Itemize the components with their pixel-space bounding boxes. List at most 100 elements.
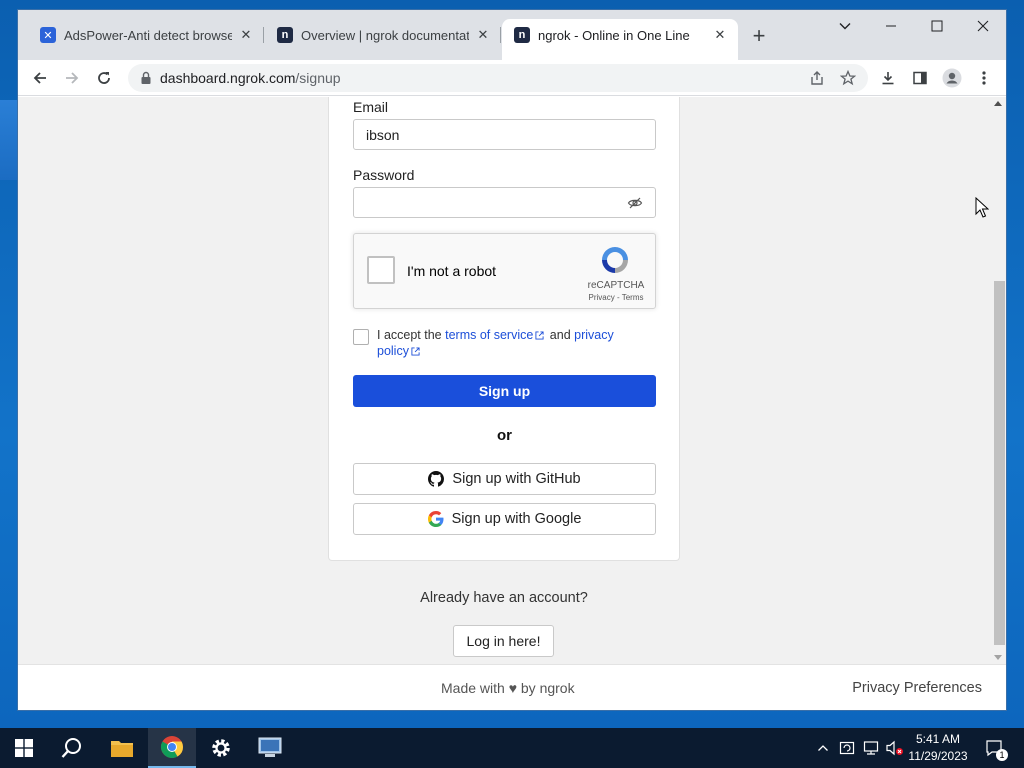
signup-card: Email ibson Password I'm not a robot reC… — [328, 97, 680, 561]
email-field[interactable]: ibson — [353, 119, 656, 150]
chevron-up-icon — [818, 745, 828, 751]
privacy-preferences-link[interactable]: Privacy Preferences — [852, 680, 982, 696]
sign-up-button[interactable]: Sign up — [353, 375, 656, 407]
password-field[interactable] — [353, 187, 656, 218]
email-label: Email — [353, 99, 389, 115]
recaptcha-widget: I'm not a robot reCAPTCHA Privacy - Term… — [353, 233, 656, 309]
back-button[interactable] — [26, 64, 54, 92]
avatar-icon — [942, 68, 962, 88]
search-icon — [61, 738, 81, 758]
windows-taskbar: 5:41 AM 11/29/2023 1 — [0, 728, 1024, 768]
file-explorer-button[interactable] — [98, 728, 146, 768]
app-taskbar-button[interactable] — [246, 728, 294, 768]
desktop-icon-fragment[interactable] — [0, 100, 18, 180]
profile-button[interactable] — [942, 68, 962, 88]
share-button[interactable] — [807, 68, 827, 88]
start-button[interactable] — [0, 728, 48, 768]
ngrok-favicon-icon: n — [514, 27, 530, 43]
tab-title: ngrok - Online in One Line — [538, 27, 690, 43]
reload-button[interactable] — [90, 64, 118, 92]
google-icon — [427, 511, 444, 527]
close-icon[interactable]: ✕ — [712, 27, 728, 43]
terms-prefix: I accept the — [377, 328, 446, 342]
adspower-favicon-icon: ✕ — [40, 27, 56, 43]
close-icon[interactable]: ✕ — [475, 27, 491, 43]
windows-logo-icon — [15, 739, 33, 757]
tab-ngrok-docs[interactable]: n Overview | ngrok documentatio ✕ — [265, 19, 501, 51]
github-button-label: Sign up with GitHub — [452, 471, 581, 487]
system-clock[interactable]: 5:41 AM 11/29/2023 — [900, 731, 976, 765]
side-panel-icon — [913, 71, 927, 85]
chrome-taskbar-button[interactable] — [148, 728, 196, 768]
password-label: Password — [353, 167, 415, 183]
notifications-button[interactable]: 1 — [980, 728, 1008, 768]
notification-count-badge: 1 — [996, 749, 1008, 761]
tab-adspower[interactable]: ✕ AdsPower-Anti detect browser f ✕ — [28, 19, 264, 51]
log-in-button[interactable]: Log in here! — [453, 625, 554, 657]
scroll-up-arrow-icon[interactable] — [994, 101, 1002, 106]
maximize-icon — [931, 20, 943, 32]
recaptcha-links[interactable]: Privacy - Terms — [582, 293, 650, 302]
gear-icon — [212, 739, 230, 757]
new-tab-button[interactable]: + — [746, 24, 772, 50]
address-bar[interactable]: dashboard.ngrok.com/signup — [128, 64, 868, 92]
terms-of-service-link[interactable]: terms of service — [445, 328, 533, 342]
arrow-right-icon — [66, 72, 79, 84]
close-icon — [977, 20, 989, 32]
tray-app-icon-button[interactable] — [836, 728, 858, 768]
recaptcha-brand: reCAPTCHA — [587, 280, 645, 291]
show-hidden-icons-button[interactable] — [812, 728, 834, 768]
tab-ngrok-signup[interactable]: n ngrok - Online in One Line ✕ — [502, 19, 738, 60]
settings-taskbar-button[interactable] — [197, 728, 245, 768]
menu-button[interactable] — [974, 68, 994, 88]
star-icon — [840, 70, 856, 86]
lock-icon — [141, 71, 151, 84]
clock-date: 11/29/2023 — [908, 749, 968, 763]
scrollbar-thumb[interactable] — [994, 281, 1005, 645]
folder-icon — [111, 741, 133, 757]
mouse-cursor-icon — [975, 197, 989, 218]
update-icon — [839, 741, 855, 755]
minimize-icon — [886, 25, 896, 27]
minimize-button[interactable] — [868, 10, 914, 42]
forward-button[interactable] — [58, 64, 86, 92]
reload-icon — [98, 72, 110, 84]
google-signup-button[interactable]: Sign up with Google — [353, 503, 656, 535]
download-icon — [882, 72, 894, 85]
search-button[interactable] — [48, 728, 96, 768]
computer-app-icon — [258, 737, 282, 757]
terms-middle: and — [546, 328, 575, 342]
close-window-button[interactable] — [960, 10, 1006, 42]
close-icon[interactable]: ✕ — [238, 27, 254, 43]
side-panel-button[interactable] — [910, 68, 930, 88]
maximize-button[interactable] — [914, 10, 960, 42]
bookmark-button[interactable] — [838, 68, 858, 88]
github-icon — [428, 471, 445, 487]
tab-title: AdsPower-Anti detect browser f — [64, 27, 232, 43]
page-scrollbar[interactable] — [991, 97, 1006, 664]
network-button[interactable] — [860, 728, 882, 768]
url-text: dashboard.ngrok.com/signup — [160, 70, 341, 86]
terms-text: I accept the terms of service and privac… — [377, 327, 647, 359]
share-icon — [811, 71, 823, 85]
github-signup-button[interactable]: Sign up with GitHub — [353, 463, 656, 495]
clock-time: 5:41 AM — [915, 732, 961, 746]
recaptcha-logo-icon — [602, 247, 628, 273]
chevron-down-icon — [839, 23, 851, 30]
downloads-button[interactable] — [878, 68, 898, 88]
tab-strip: ✕ AdsPower-Anti detect browser f ✕ n Ove… — [18, 10, 1006, 60]
tab-search-button[interactable] — [822, 10, 868, 42]
terms-checkbox[interactable] — [353, 329, 369, 345]
browser-window: ✕ AdsPower-Anti detect browser f ✕ n Ove… — [18, 10, 1006, 710]
chrome-icon — [161, 736, 183, 758]
ngrok-favicon-icon: n — [277, 27, 293, 43]
external-link-icon — [535, 331, 544, 340]
already-have-account-text: Already have an account? — [420, 590, 588, 606]
arrow-left-icon — [33, 72, 46, 84]
url-path: /signup — [295, 70, 341, 86]
eye-slash-icon[interactable] — [627, 195, 643, 211]
scroll-down-arrow-icon[interactable] — [994, 655, 1002, 660]
browser-toolbar: dashboard.ngrok.com/signup — [18, 60, 1006, 96]
external-link-icon — [411, 347, 420, 356]
recaptcha-checkbox[interactable] — [367, 256, 395, 284]
